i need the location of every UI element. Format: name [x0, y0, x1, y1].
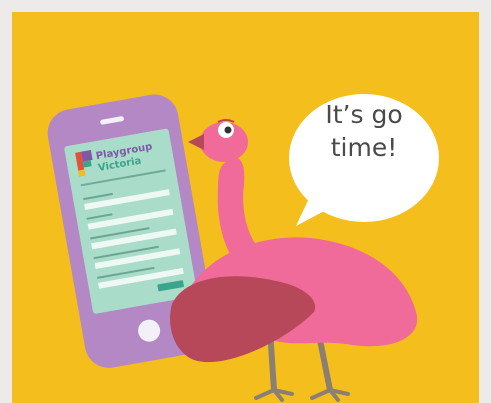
illustration-scene: Playgroup Victoria: [47, 94, 439, 402]
emu-wing: [170, 276, 316, 363]
illustration-card: Playgroup Victoria It’s go time!: [12, 12, 479, 403]
speech-line-1: It’s go: [325, 100, 403, 129]
speech-bubble-text: It’s go time!: [298, 98, 430, 164]
speech-line-2: time!: [330, 133, 398, 162]
emu-pupil: [224, 126, 232, 134]
emu-beak: [188, 134, 204, 150]
